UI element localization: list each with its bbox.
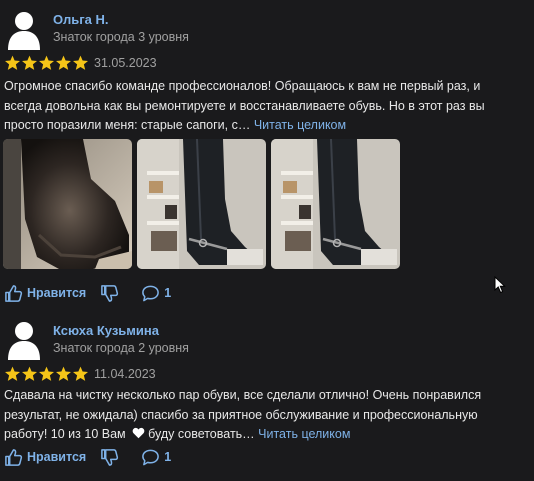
author-name[interactable]: Ксюха Кузьмина (53, 323, 159, 338)
review-actions: Нравится 1 (4, 447, 171, 467)
like-label: Нравится (27, 286, 87, 300)
dislike-button[interactable] (100, 284, 119, 303)
star-icon (22, 55, 37, 70)
review-text-line: результат, не ожидала) спасибо за приятн… (4, 407, 478, 422)
photo-old-boot[interactable] (3, 139, 132, 269)
like-label: Нравится (27, 450, 87, 464)
star-icon (22, 366, 37, 381)
thumbs-up-icon (5, 284, 23, 302)
star-icon (56, 366, 71, 381)
thumbs-up-icon (5, 448, 23, 466)
photo-restored-boot-2[interactable] (271, 139, 400, 269)
thumbs-down-icon (101, 284, 119, 302)
comment-icon (142, 449, 160, 465)
comment-count: 1 (164, 450, 172, 464)
star-icon (73, 55, 88, 70)
author-level: Знаток города 3 уровня (53, 30, 189, 44)
review-text: Огромное спасибо команде профессионалов!… (4, 77, 529, 136)
review-actions: Нравится 1 (4, 283, 171, 303)
review-text-line: Сдавала на чистку несколько пар обуви, в… (4, 388, 482, 402)
read-more-link[interactable]: Читать целиком (258, 427, 350, 441)
star-icon (56, 55, 71, 70)
review-text: Сдавала на чистку несколько пар обуви, в… (4, 386, 529, 445)
star-icon (5, 366, 20, 381)
review-date: 31.05.2023 (94, 56, 157, 70)
thumbs-down-icon (101, 448, 119, 466)
comment-icon (142, 285, 160, 301)
photo-restored-boot[interactable] (137, 139, 266, 269)
review-text-line: просто поразили меня: старые сапоги, с… … (4, 118, 347, 132)
star-icon (5, 55, 20, 70)
author-name[interactable]: Ольга Н. (53, 12, 108, 27)
heart-icon (132, 427, 145, 439)
mouse-cursor-icon (494, 276, 506, 294)
like-button[interactable]: Нравится (4, 284, 86, 303)
user-avatar-icon[interactable] (6, 10, 42, 50)
like-button[interactable]: Нравится (4, 448, 86, 467)
dislike-button[interactable] (100, 448, 119, 467)
star-icon (73, 366, 88, 381)
read-more-link[interactable]: Читать целиком (254, 118, 346, 132)
rating-stars (4, 366, 89, 382)
review-text-line: Огромное спасибо команде профессионалов!… (4, 79, 481, 93)
rating-stars (4, 55, 89, 71)
comments-button[interactable]: 1 (141, 448, 171, 467)
author-level: Знаток города 2 уровня (53, 341, 189, 355)
comments-button[interactable]: 1 (141, 284, 171, 303)
star-icon (39, 55, 54, 70)
user-avatar-icon[interactable] (6, 320, 42, 360)
review-text-line: всегда довольна как вы ремонтируете и во… (4, 98, 485, 113)
review-photos (3, 139, 400, 269)
review-text-line: работу! 10 из 10 Вам буду советовать… Чи… (4, 427, 351, 441)
star-icon (39, 366, 54, 381)
review-date: 11.04.2023 (94, 367, 156, 381)
comment-count: 1 (164, 286, 172, 300)
